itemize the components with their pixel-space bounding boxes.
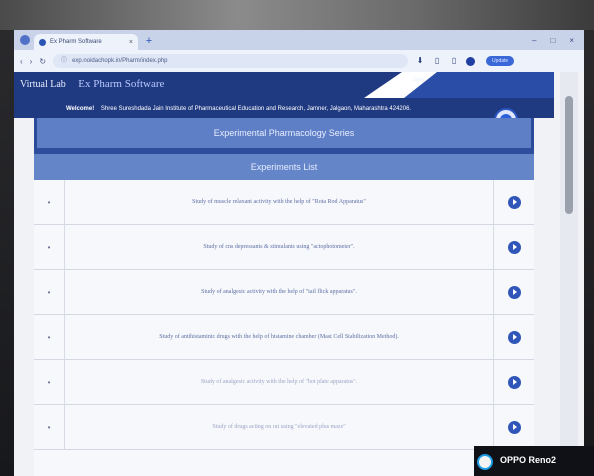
experiment-row[interactable]: • Study of analgesic activity with the h… [34,270,534,315]
play-icon [507,420,521,434]
play-icon [507,240,521,254]
row-bullet: • [47,287,51,297]
series-title: Experimental Pharmacology Series [34,118,534,148]
virtual-lab-label: Virtual Lab [20,79,66,90]
extensions-icon[interactable]: ▯ [432,56,442,66]
row-bullet: • [47,197,51,207]
experiment-title[interactable]: Study of drugs acting on rat using "elev… [64,405,494,449]
address-bar[interactable]: ⓘ exp.noidachopk.in/Pharm/index.php [53,54,409,68]
open-experiment-button[interactable] [494,405,534,449]
play-icon [507,195,521,209]
window-controls: – □ × [532,36,584,45]
tab-close-icon[interactable]: × [129,39,133,46]
site-brand: Virtual Lab Ex Pharm Software [20,78,164,90]
reload-icon[interactable]: ↻ [39,57,46,66]
row-bullet: • [47,242,51,252]
watermark-text: OPPO Reno2 [500,455,557,465]
product-name: Ex Pharm Software [78,78,165,90]
laptop-screen: Ex Pharm Software × + – □ × ‹ › ↻ ⓘ exp.… [14,30,584,476]
tab-title: Ex Pharm Software [50,39,102,45]
tab-favicon-icon [39,38,46,46]
experiment-row[interactable]: • Study of drugs acting on rat using "el… [34,405,534,450]
browser-tabstrip: Ex Pharm Software × + – □ × [14,30,584,50]
experiment-title[interactable]: Study of cns depressants & stimulants us… [64,225,494,269]
experiment-title[interactable]: Study of analgesic activity with the hel… [64,360,494,404]
row-bullet: • [47,332,51,342]
play-icon [507,330,521,344]
page-scrollbar[interactable] [560,72,578,476]
camera-watermark: OPPO Reno2 [474,446,594,476]
forward-icon[interactable]: › [30,57,33,66]
profile-avatar-icon[interactable] [466,56,476,66]
experiment-row[interactable]: • Study of analgesic activity with the h… [34,360,534,405]
browser-menu-icon[interactable] [20,35,30,45]
open-experiment-button[interactable] [494,360,534,404]
experiment-title[interactable]: Study of analgesic activity with the hel… [64,270,494,314]
experiment-row[interactable]: • Study of muscle relaxant activity with… [34,180,534,225]
site-header: Virtual Lab Ex Pharm Software Save Welco… [14,72,554,118]
institute-name: Shree Sureshdada Jain Institute of Pharm… [100,106,412,112]
sidebar-icon[interactable]: ▯ [449,56,459,66]
browser-toolbar: ‹ › ↻ ⓘ exp.noidachopk.in/Pharm/index.ph… [14,50,584,72]
maximize-icon[interactable]: □ [550,36,555,45]
header-top-right-text: Save [412,77,424,83]
welcome-banner: Welcome! Shree Sureshdada Jain Institute… [66,102,506,116]
experiment-title[interactable]: Study of muscle relaxant activity with t… [64,180,494,224]
url-text: exp.noidachopk.in/Pharm/index.php [72,58,168,64]
new-tab-button[interactable]: + [142,34,156,48]
experiment-title[interactable]: Study of antihistaminic drugs with the h… [64,315,494,359]
open-experiment-button[interactable] [494,180,534,224]
photo-background [0,0,594,30]
back-icon[interactable]: ‹ [20,57,23,66]
open-experiment-button[interactable] [494,270,534,314]
open-experiment-button[interactable] [494,315,534,359]
scrollbar-thumb[interactable] [565,96,573,214]
watermark-logo-icon [477,454,493,470]
close-window-icon[interactable]: × [569,36,574,45]
browser-tab[interactable]: Ex Pharm Software × [34,34,138,50]
row-bullet: • [47,377,51,387]
experiment-row[interactable]: • Study of antihistaminic drugs with the… [34,315,534,360]
welcome-label: Welcome! [66,106,95,112]
experiment-row[interactable]: • Study of cns depressants & stimulants … [34,225,534,270]
play-icon [507,375,521,389]
open-experiment-button[interactable] [494,225,534,269]
update-button[interactable]: Update [486,56,515,66]
main-content: Experimental Pharmacology Series Experim… [34,118,534,476]
site-info-icon[interactable]: ⓘ [61,54,67,68]
minimize-icon[interactable]: – [532,36,536,45]
play-icon [507,285,521,299]
row-bullet: • [47,422,51,432]
experiments-list-header: Experiments List [34,154,534,180]
download-icon[interactable]: ⬇ [415,56,425,66]
